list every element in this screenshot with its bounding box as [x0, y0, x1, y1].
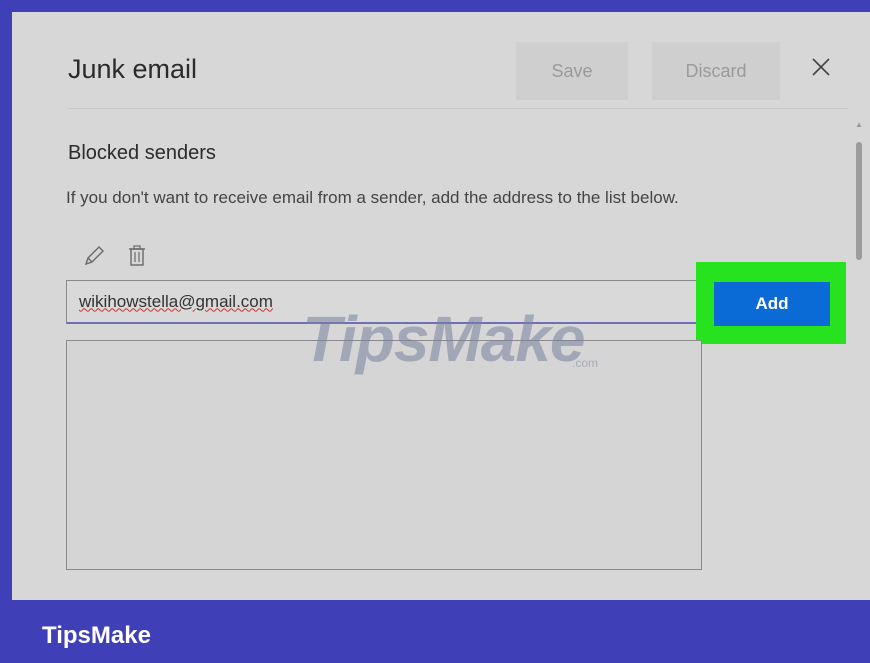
dialog-title: Junk email	[68, 54, 198, 84]
junk-email-dialog: Junk email Save Discard Blocked senders …	[12, 12, 870, 600]
blocked-sender-input[interactable]: wikihowstella@gmail.com	[66, 280, 704, 324]
header-divider	[68, 108, 848, 109]
watermark-suffix: .com	[572, 356, 599, 370]
section-heading: Blocked senders	[68, 142, 216, 164]
discard-button[interactable]: Discard	[652, 42, 780, 100]
frame-top-border	[0, 0, 870, 12]
section-description: If you don't want to receive email from …	[66, 188, 679, 207]
trash-icon[interactable]	[126, 244, 148, 268]
blocked-senders-list[interactable]	[66, 340, 702, 570]
blocked-sender-input-value: wikihowstella@gmail.com	[79, 291, 273, 311]
footer-brand: TipsMake	[42, 622, 151, 649]
edit-icon[interactable]	[82, 244, 106, 268]
scroll-up-arrow-icon[interactable]: ▲	[855, 120, 863, 129]
save-button[interactable]: Save	[516, 42, 628, 100]
close-icon[interactable]	[808, 54, 834, 80]
footer-bar: TipsMake	[0, 600, 870, 663]
add-button[interactable]: Add	[714, 282, 830, 326]
scrollbar-thumb[interactable]	[856, 142, 862, 260]
